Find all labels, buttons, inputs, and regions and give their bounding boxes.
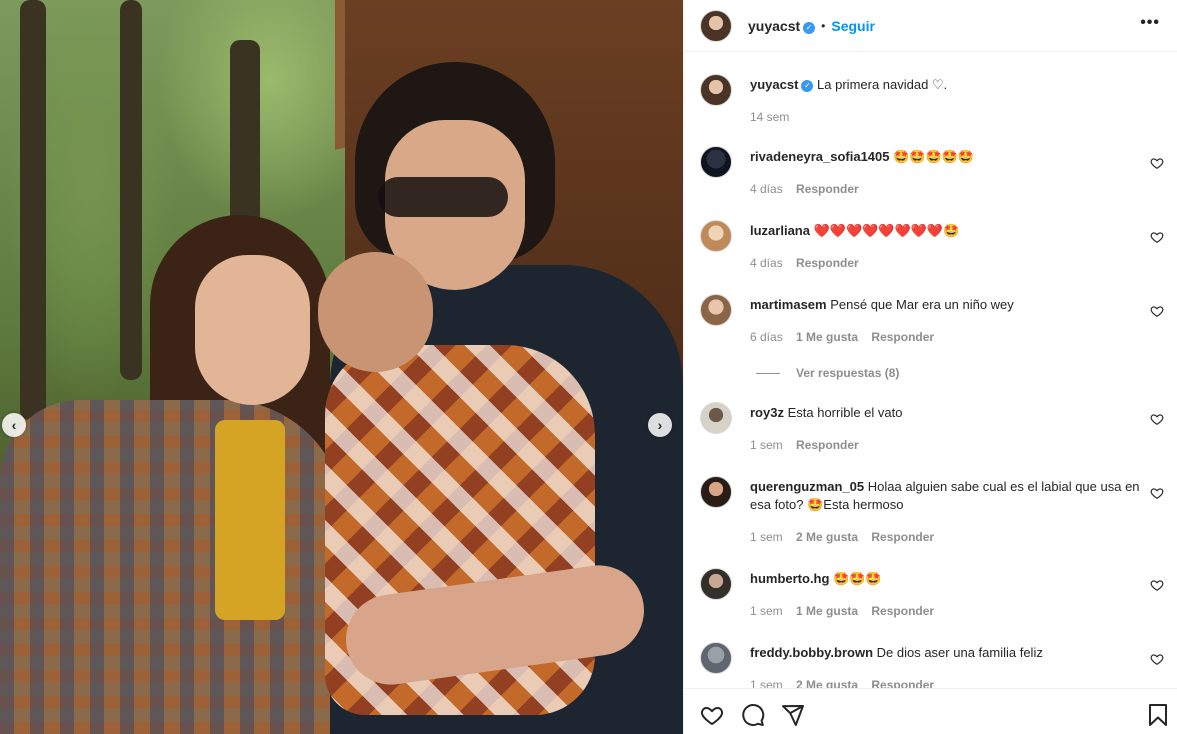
comment-like-count[interactable]: 2 Me gusta (796, 678, 858, 688)
comment-text: martimasem Pensé que Mar era un niño wey (750, 296, 1140, 314)
caption-text: yuyacst ✓ La primera navidad ♡. (750, 76, 1140, 94)
comment-like-heart-icon[interactable] (1150, 230, 1164, 244)
reply-button[interactable]: Responder (871, 678, 934, 688)
comment-text: roy3z Esta horrible el vato (750, 404, 1140, 422)
comment-username[interactable]: freddy.bobby.brown (750, 645, 873, 660)
comment-body: 🤩🤩🤩🤩🤩 (893, 149, 975, 164)
comment-body: ❤️❤️❤️❤️❤️❤️❤️❤️🤩 (813, 223, 960, 238)
comment-like-heart-icon[interactable] (1150, 486, 1164, 500)
verified-badge-icon: ✓ (803, 21, 816, 34)
comment-like-count[interactable]: 1 Me gusta (796, 330, 858, 344)
share-icon[interactable] (781, 703, 805, 727)
comment-time[interactable]: 6 días (750, 330, 783, 344)
comment-time[interactable]: 1 sem (750, 604, 783, 618)
comment-username[interactable]: luzarliana (750, 223, 810, 238)
commenter-avatar[interactable] (700, 568, 732, 600)
comment-body: De dios aser una familia feliz (876, 645, 1043, 660)
reply-button[interactable]: Responder (796, 256, 859, 270)
comment-text: humberto.hg 🤩🤩🤩 (750, 570, 1140, 588)
verified-badge-icon: ✓ (801, 80, 814, 92)
reply-button[interactable]: Responder (796, 182, 859, 196)
comment-like-count[interactable]: 1 Me gusta (796, 604, 858, 618)
comment-username[interactable]: querenguzman_05 (750, 479, 864, 494)
commenter-avatar[interactable] (700, 476, 732, 508)
comment-text: querenguzman_05 Holaa alguien sabe cual … (750, 478, 1140, 514)
more-options-icon[interactable]: ••• (1140, 14, 1160, 32)
comment-like-heart-icon[interactable] (1150, 412, 1164, 426)
commenter-avatar[interactable] (700, 294, 732, 326)
comment-meta: 1 sem 2 Me gusta Responder (750, 678, 944, 688)
author-username-text: yuyacst (748, 17, 801, 34)
caption-meta: 14 sem (750, 110, 799, 124)
commenter-avatar[interactable] (700, 146, 732, 178)
comment-meta: 1 sem 2 Me gusta Responder (750, 530, 944, 544)
comment-text: freddy.bobby.brown De dios aser una fami… (750, 644, 1140, 662)
comment-like-heart-icon[interactable] (1150, 652, 1164, 666)
follow-button[interactable]: Seguir (831, 18, 875, 34)
author-avatar[interactable] (700, 9, 732, 42)
comment-time[interactable]: 1 sem (750, 438, 783, 452)
heart-icon[interactable] (700, 703, 724, 727)
comment-body: 🤩🤩🤩 (833, 571, 882, 586)
comment-time[interactable]: 1 sem (750, 530, 783, 544)
comments-list[interactable]: yuyacst ✓ La primera navidad ♡. 14 sem ri… (684, 52, 1177, 688)
chevron-left-icon: ‹ (11, 417, 17, 433)
author-username[interactable]: yuyacst ✓ (748, 17, 816, 34)
caption-username[interactable]: yuyacst (750, 77, 798, 92)
reply-button[interactable]: Responder (871, 604, 934, 618)
comment-meta: 1 sem 1 Me gusta Responder (750, 604, 944, 618)
separator-dot: • (821, 18, 826, 33)
comment-like-heart-icon[interactable] (1150, 156, 1164, 170)
chevron-right-icon: › (657, 417, 663, 433)
comment-meta: 6 días 1 Me gusta Responder (750, 330, 944, 344)
post-photo[interactable]: ‹ › (0, 0, 683, 734)
commenter-avatar[interactable] (700, 402, 732, 434)
tree-trunk (20, 0, 46, 420)
comment-time[interactable]: 4 días (750, 256, 783, 270)
baby-head (318, 252, 433, 372)
caption-body: La primera navidad ♡. (817, 77, 948, 92)
post-header: yuyacst ✓ • Seguir ••• (684, 0, 1177, 52)
comment-text: rivadeneyra_sofia1405 🤩🤩🤩🤩🤩 (750, 148, 1140, 166)
post-side-panel: yuyacst ✓ • Seguir ••• yuyacst ✓ La primer… (683, 0, 1177, 734)
carousel-next-button[interactable]: › (648, 413, 672, 437)
comment-username[interactable]: martimasem (750, 297, 827, 312)
replies-divider-line (756, 373, 780, 375)
commenter-avatar[interactable] (700, 220, 732, 252)
comment-username[interactable]: roy3z (750, 405, 784, 420)
author-avatar[interactable] (700, 74, 732, 106)
reply-button[interactable]: Responder (796, 438, 859, 452)
instagram-post-modal: ‹ › yuyacst ✓ • Seguir ••• yuyacst ✓ La pr… (0, 0, 1177, 734)
comment-body: Esta horrible el vato (787, 405, 903, 420)
commenter-avatar[interactable] (700, 642, 732, 674)
comment-username[interactable]: rivadeneyra_sofia1405 (750, 149, 889, 164)
woman-shirt (215, 420, 285, 620)
comment-like-heart-icon[interactable] (1150, 304, 1164, 318)
comment-time[interactable]: 1 sem (750, 678, 783, 688)
comment-meta: 4 días Responder (750, 182, 869, 196)
comment-meta: 4 días Responder (750, 256, 869, 270)
view-replies-button[interactable]: Ver respuestas (8) (756, 366, 899, 380)
comment-time[interactable]: 4 días (750, 182, 783, 196)
comment-like-count[interactable]: 2 Me gusta (796, 530, 858, 544)
woman-coat (0, 400, 345, 734)
post-action-bar (684, 688, 1177, 734)
bookmark-icon[interactable] (1146, 703, 1170, 727)
sunglasses (378, 177, 508, 217)
comment-username[interactable]: humberto.hg (750, 571, 829, 586)
reply-button[interactable]: Responder (871, 330, 934, 344)
comment-text: luzarliana ❤️❤️❤️❤️❤️❤️❤️❤️🤩 (750, 222, 1140, 240)
carousel-prev-button[interactable]: ‹ (2, 413, 26, 437)
comment-icon[interactable] (741, 703, 765, 727)
tree-trunk (120, 0, 142, 380)
woman-face (195, 255, 310, 405)
comment-body: Pensé que Mar era un niño wey (830, 297, 1014, 312)
reply-button[interactable]: Responder (871, 530, 934, 544)
caption-time[interactable]: 14 sem (750, 110, 789, 124)
view-replies-label: Ver respuestas (8) (796, 366, 900, 380)
comment-like-heart-icon[interactable] (1150, 578, 1164, 592)
comment-meta: 1 sem Responder (750, 438, 869, 452)
